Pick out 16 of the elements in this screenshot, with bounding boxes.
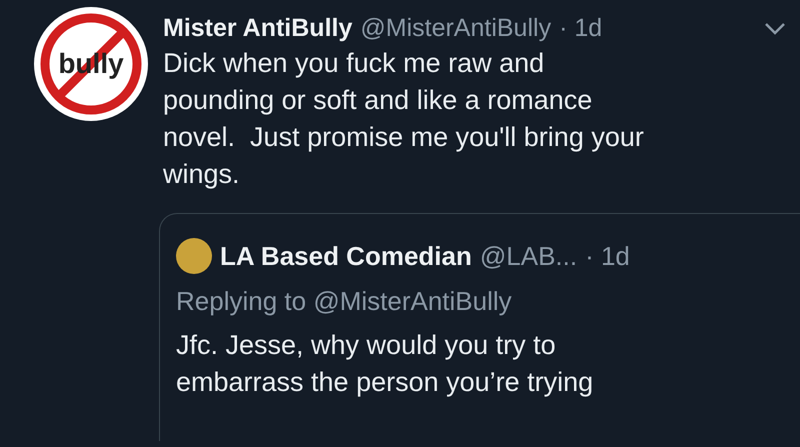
tweet-text: novel. Just promise me you'll bring your — [163, 121, 645, 154]
tweet-text: wings. — [163, 158, 241, 191]
quoted-tweet-card[interactable]: LA Based Comedian @LAB... · 1d Replying to @MisterAntiBully Jfc. Jesse, why would you try to embarrass the person you’re trying — [159, 213, 800, 441]
tweet-text: embarrass the person you’re trying — [176, 366, 594, 399]
user-handle[interactable]: @MisterAntiBully — [360, 14, 552, 43]
user-name: LA Based Comedian — [220, 240, 472, 272]
avatar-photo-placeholder — [176, 238, 212, 274]
user-handle: @LAB... — [480, 240, 578, 272]
replying-to-text: Replying to @MisterAntiBully — [176, 286, 513, 317]
tweet-time: · 1d — [585, 240, 630, 272]
tweet-text: Dick when you fuck me raw and — [163, 47, 546, 80]
tweet-text: pounding or soft and like a romance — [163, 84, 594, 117]
tweet-text: Jfc. Jesse, why would you try to — [176, 329, 557, 362]
chevron-down-icon[interactable] — [764, 22, 786, 36]
user-name[interactable]: Mister AntiBully — [163, 14, 352, 43]
tweet-time: · 1d — [559, 14, 602, 43]
